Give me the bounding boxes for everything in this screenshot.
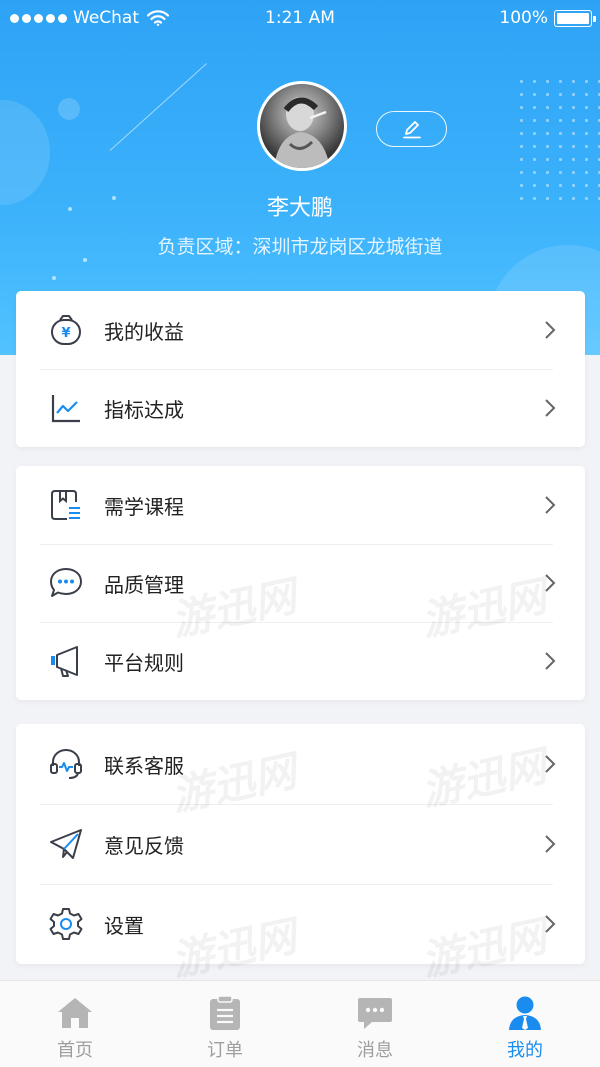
status-right: 100%	[499, 8, 596, 28]
message-icon	[355, 995, 395, 1031]
chevron-right-icon	[545, 321, 556, 339]
avatar-portrait-icon	[274, 97, 330, 168]
menu-label: 我的收益	[104, 319, 184, 344]
edit-profile-button[interactable]	[376, 111, 447, 147]
line-chart-icon	[48, 390, 84, 426]
chevron-right-icon	[545, 652, 556, 670]
decorative-line	[109, 63, 207, 151]
menu-card-learning: 需学课程 品质管理 平台规则	[16, 466, 585, 700]
menu-item-feedback[interactable]: 意见反馈	[16, 804, 585, 884]
wallet-yuan-icon: ¥	[48, 312, 84, 348]
paper-plane-icon	[48, 826, 84, 862]
responsible-area: 负责区域：深圳市龙岗区龙城街道	[157, 236, 443, 258]
pencil-icon	[402, 121, 421, 139]
user-icon	[505, 995, 545, 1031]
book-icon	[48, 487, 84, 523]
battery-icon	[554, 9, 596, 27]
menu-item-settings[interactable]: 设置	[16, 884, 585, 964]
decorative-dot	[52, 276, 56, 280]
menu-label: 指标达成	[104, 397, 184, 422]
tab-messages[interactable]: 消息	[300, 981, 450, 1067]
avatar[interactable]	[257, 81, 347, 171]
menu-label: 联系客服	[104, 753, 184, 778]
chevron-right-icon	[545, 574, 556, 592]
tab-label: 我的	[507, 1040, 543, 1061]
menu-label: 品质管理	[104, 572, 184, 597]
decorative-circle	[58, 98, 80, 120]
menu-label: 需学课程	[104, 494, 184, 519]
menu-item-contact-support[interactable]: 联系客服	[16, 724, 585, 804]
chevron-right-icon	[545, 755, 556, 773]
user-name: 李大鹏	[266, 196, 333, 221]
gear-icon	[48, 906, 84, 942]
headset-icon	[48, 746, 84, 782]
menu-item-my-earnings[interactable]: ¥ 我的收益	[16, 291, 585, 369]
menu-item-required-courses[interactable]: 需学课程	[16, 466, 585, 544]
menu-item-indicator-achievement[interactable]: 指标达成	[16, 369, 585, 447]
bottom-tab-bar: 首页 订单 消息 我的	[0, 980, 600, 1067]
menu-item-quality-management[interactable]: 品质管理	[16, 544, 585, 622]
home-icon	[55, 995, 95, 1031]
tab-label: 消息	[357, 1040, 393, 1061]
battery-percentage: 100%	[499, 8, 548, 28]
chevron-right-icon	[545, 915, 556, 933]
chat-bubble-icon	[48, 565, 84, 601]
decorative-dot-grid	[515, 75, 600, 200]
tab-home[interactable]: 首页	[0, 981, 150, 1067]
chevron-right-icon	[545, 835, 556, 853]
status-bar: WeChat 1:21 AM 100%	[0, 0, 600, 36]
tab-mine[interactable]: 我的	[450, 981, 600, 1067]
tab-label: 首页	[57, 1040, 93, 1061]
menu-label: 意见反馈	[104, 833, 184, 858]
chevron-right-icon	[545, 496, 556, 514]
clipboard-icon	[205, 995, 245, 1031]
menu-label: 平台规则	[104, 650, 184, 675]
tab-orders[interactable]: 订单	[150, 981, 300, 1067]
megaphone-icon	[48, 643, 84, 679]
menu-card-earnings: ¥ 我的收益 指标达成	[16, 291, 585, 447]
menu-item-platform-rules[interactable]: 平台规则	[16, 622, 585, 700]
chevron-right-icon	[545, 399, 556, 417]
menu-label: 设置	[104, 913, 144, 938]
tab-label: 订单	[207, 1040, 243, 1061]
menu-card-support: 联系客服 意见反馈 设置	[16, 724, 585, 964]
svg-text:¥: ¥	[61, 326, 70, 341]
